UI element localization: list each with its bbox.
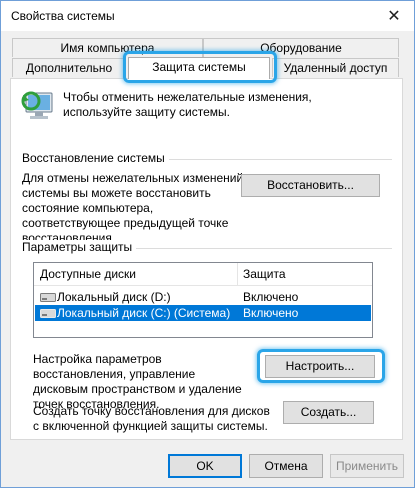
title-bar: Свойства системы ✕	[1, 1, 414, 31]
tab-label: Удаленный доступ	[283, 61, 388, 75]
hard-drive-icon	[40, 293, 56, 302]
tab-label: Дополнительно	[25, 61, 113, 75]
cancel-button[interactable]: Отмена	[249, 454, 323, 478]
tab-label: Имя компьютера	[60, 41, 155, 55]
list-header: Доступные диски Защита	[34, 263, 372, 286]
drive-row-d[interactable]: Локальный диск (D:) Включено	[35, 289, 371, 305]
create-description: Создать точку восстановления для дисков …	[33, 404, 270, 433]
drive-status: Включено	[243, 290, 299, 304]
restore-button[interactable]: Восстановить...	[241, 174, 380, 197]
tab-label: Защита системы	[152, 60, 246, 74]
column-separator[interactable]	[237, 263, 238, 285]
column-protection[interactable]: Защита	[243, 267, 286, 281]
tab-hardware[interactable]: Оборудование	[203, 38, 399, 57]
create-button-label: Создать...	[300, 405, 357, 419]
window-title: Свойства системы	[11, 9, 115, 23]
close-icon: ✕	[387, 8, 401, 25]
close-button[interactable]: ✕	[374, 1, 414, 31]
drive-row-c[interactable]: Локальный диск (C:) (Система) Включено	[35, 305, 371, 321]
configure-description: Настройка параметров восстановления, упр…	[33, 352, 242, 411]
apply-button-label: Применить	[335, 459, 398, 473]
tab-system-protection[interactable]: Защита системы	[128, 57, 270, 79]
configure-button-label: Настроить...	[285, 359, 355, 373]
tab-remote[interactable]: Удаленный доступ	[272, 58, 399, 77]
ok-button-label: OK	[196, 459, 214, 473]
tab-advanced[interactable]: Дополнительно	[12, 58, 126, 77]
apply-button[interactable]: Применить	[330, 454, 404, 478]
drives-list[interactable]: Доступные диски Защита Локальный диск (D…	[33, 262, 373, 338]
cancel-button-label: Отмена	[264, 459, 308, 473]
create-button[interactable]: Создать...	[283, 401, 374, 424]
drive-status: Включено	[243, 306, 299, 320]
restore-button-label: Восстановить...	[267, 178, 354, 192]
info-text: Чтобы отменить нежелательные изменения, …	[63, 90, 312, 119]
restore-group-title: Восстановление системы	[22, 151, 169, 165]
restore-description: Для отмены нежелательных изменений систе…	[22, 171, 244, 245]
drive-name: Локальный диск (C:) (Система)	[57, 306, 231, 320]
tab-label: Оборудование	[260, 41, 342, 55]
ok-button[interactable]: OK	[168, 454, 242, 478]
drive-name: Локальный диск (D:)	[57, 290, 171, 304]
system-protection-icon	[21, 91, 53, 119]
protection-group-title: Параметры защиты	[22, 240, 137, 254]
configure-button[interactable]: Настроить...	[265, 355, 375, 378]
system-drive-icon	[40, 309, 56, 318]
column-drives[interactable]: Доступные диски	[40, 267, 136, 281]
tab-computer-name[interactable]: Имя компьютера	[12, 38, 203, 57]
